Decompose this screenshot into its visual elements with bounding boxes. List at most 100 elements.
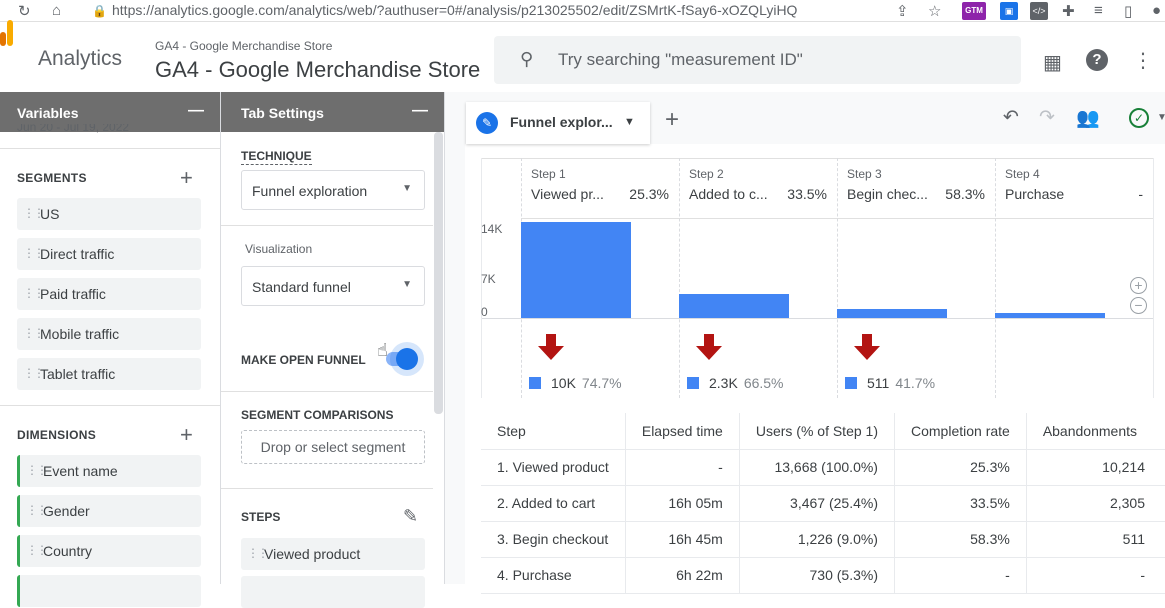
table-row: 3. Begin checkout 16h 45m 1,226 (9.0%) 58.3… bbox=[481, 521, 1165, 558]
user-icon[interactable]: ● bbox=[1152, 2, 1161, 19]
segment-chip-us[interactable]: ⋮⋮ US bbox=[17, 198, 201, 230]
check-circle-icon[interactable]: ✓ bbox=[1129, 108, 1149, 128]
table-cell: 13,668 (100.0%) bbox=[738, 449, 895, 486]
puzzle-icon[interactable]: ✚ bbox=[1062, 2, 1075, 20]
technique-select[interactable]: Funnel exploration ▼ bbox=[241, 170, 425, 210]
segment-drop-zone[interactable]: Drop or select segment bbox=[241, 430, 425, 464]
property-title[interactable]: GA4 - Google Merchandise Store bbox=[155, 57, 480, 83]
segment-chip-direct-traffic[interactable]: ⋮⋮ Direct traffic bbox=[17, 238, 201, 270]
funnel-bar[interactable] bbox=[837, 309, 947, 318]
redo-icon[interactable]: ↷ bbox=[1039, 106, 1055, 129]
step-header[interactable]: Step 2 Added to c... 33.5% bbox=[679, 160, 837, 218]
step-header[interactable]: Step 1 Viewed pr... 25.3% bbox=[521, 160, 679, 218]
abandonment-rate: 74.7% bbox=[581, 375, 622, 391]
funnel-bar[interactable] bbox=[679, 293, 789, 318]
step-chip-next[interactable] bbox=[241, 576, 425, 608]
table-cell: 4. Purchase bbox=[481, 557, 626, 594]
divider bbox=[221, 225, 433, 226]
home-icon[interactable]: ⌂ bbox=[52, 2, 61, 19]
step-chip-viewed-product[interactable]: ⋮⋮ Viewed product bbox=[241, 538, 425, 570]
column-header[interactable]: Step bbox=[481, 413, 626, 450]
segment-chip-paid-traffic[interactable]: ⋮⋮ Paid traffic bbox=[17, 278, 201, 310]
pencil-icon: ✎ bbox=[476, 112, 498, 134]
chart-baseline bbox=[481, 318, 1153, 319]
funnel-bar[interactable] bbox=[995, 312, 1105, 318]
step-header[interactable]: Step 4 Purchase - bbox=[995, 160, 1153, 218]
table-cell: 2. Added to cart bbox=[481, 485, 626, 522]
table-row: 1. Viewed product -13,668 (100.0%) 25.3% 10… bbox=[481, 449, 1165, 486]
open-funnel-toggle[interactable] bbox=[386, 348, 418, 370]
column-header[interactable]: Abandonments bbox=[1025, 413, 1165, 450]
step-completion-rate: 33.5% bbox=[787, 186, 827, 202]
bookmark-star-icon[interactable]: ☆ bbox=[928, 2, 941, 20]
address-bar[interactable]: https://analytics.google.com/analytics/w… bbox=[112, 2, 797, 18]
step-number: Step 3 bbox=[847, 167, 882, 181]
abandonment-label: 10K 74.7% bbox=[529, 375, 622, 391]
dimension-label: Gender bbox=[43, 503, 90, 519]
chevron-down-icon[interactable]: ▼ bbox=[624, 116, 635, 128]
table-cell: 511 bbox=[1025, 521, 1165, 558]
table-cell: - bbox=[893, 557, 1027, 594]
share-icon[interactable]: ⇪ bbox=[896, 2, 909, 20]
segment-comparisons-heading: SEGMENT COMPARISONS bbox=[241, 408, 394, 422]
tab-settings-header: Tab Settings — bbox=[221, 92, 444, 132]
tab-label: Funnel explor... bbox=[510, 114, 613, 130]
table-cell: 25.3% bbox=[893, 449, 1027, 486]
share-user-icon[interactable]: 👥 bbox=[1076, 106, 1100, 130]
table-cell: 58.3% bbox=[893, 521, 1027, 558]
add-tab-icon[interactable]: + bbox=[665, 106, 679, 134]
extension-icon[interactable]: ▣ bbox=[1000, 2, 1018, 20]
more-vert-icon[interactable]: ⋮ bbox=[1133, 48, 1153, 73]
code-extension-icon[interactable]: </> bbox=[1030, 2, 1048, 20]
step-header[interactable]: Step 3 Begin chec... 58.3% bbox=[837, 160, 995, 218]
dimension-chip-country[interactable]: ⋮⋮ Country bbox=[17, 535, 201, 567]
dimension-chip-more[interactable] bbox=[17, 575, 201, 607]
lock-icon: 🔒 bbox=[92, 4, 107, 18]
column-header[interactable]: Users (% of Step 1) bbox=[738, 413, 895, 450]
dimension-chip-gender[interactable]: ⋮⋮ Gender bbox=[17, 495, 201, 527]
abandonment-label: 2.3K 66.5% bbox=[687, 375, 784, 391]
scrollbar[interactable] bbox=[434, 132, 443, 414]
search-bar[interactable]: ⚲ Try searching "measurement ID" bbox=[494, 36, 1021, 84]
collapse-tab-settings-icon[interactable]: — bbox=[412, 102, 428, 120]
panel-divider bbox=[220, 92, 221, 584]
date-range[interactable]: Jun 20 - Jul 19, 2022 bbox=[17, 124, 129, 136]
dimension-label: Event name bbox=[43, 463, 118, 479]
legend-swatch bbox=[529, 377, 541, 389]
dimension-chip-event-name[interactable]: ⋮⋮ Event name bbox=[17, 455, 201, 487]
variables-title: Variables bbox=[17, 105, 79, 121]
step-name: Purchase bbox=[1005, 186, 1065, 202]
search-icon: ⚲ bbox=[520, 49, 534, 69]
open-funnel-heading: MAKE OPEN FUNNEL bbox=[241, 353, 366, 367]
add-segment-icon[interactable]: + bbox=[180, 165, 193, 191]
undo-icon[interactable]: ↶ bbox=[1003, 106, 1019, 129]
add-dimension-icon[interactable]: + bbox=[180, 422, 193, 448]
chevron-down-icon[interactable]: ▼ bbox=[1157, 112, 1165, 123]
side-panel-icon[interactable]: ▯ bbox=[1124, 2, 1132, 20]
table-row: 4. Purchase 6h 22m 730 (5.3%) - - bbox=[481, 557, 1165, 594]
table-cell: 33.5% bbox=[893, 485, 1027, 522]
apps-grid-icon[interactable]: ▦ bbox=[1043, 50, 1062, 75]
zoom-out-icon[interactable]: − bbox=[1130, 297, 1147, 314]
gtm-extension-icon[interactable]: GTM bbox=[962, 2, 986, 20]
column-header[interactable]: Completion rate bbox=[893, 413, 1027, 450]
edit-steps-icon[interactable]: ✎ bbox=[403, 506, 418, 527]
property-subtitle[interactable]: GA4 - Google Merchandise Store bbox=[155, 39, 332, 53]
product-name: Analytics bbox=[38, 47, 123, 70]
abandonment-count: 511 bbox=[867, 375, 890, 391]
tab-funnel-exploration[interactable]: ✎ Funnel explor... ▼ bbox=[466, 102, 650, 144]
funnel-bar[interactable] bbox=[521, 222, 631, 318]
segment-chip-tablet-traffic[interactable]: ⋮⋮ Tablet traffic bbox=[17, 358, 201, 390]
visualization-select[interactable]: Standard funnel ▼ bbox=[241, 266, 425, 306]
zoom-in-icon[interactable]: + bbox=[1130, 277, 1147, 294]
steps-heading: STEPS bbox=[241, 510, 281, 524]
segment-chip-mobile-traffic[interactable]: ⋮⋮ Mobile traffic bbox=[17, 318, 201, 350]
legend-swatch bbox=[845, 377, 857, 389]
column-header[interactable]: Elapsed time bbox=[624, 413, 740, 450]
reload-icon[interactable]: ↻ bbox=[18, 2, 31, 20]
divider bbox=[0, 148, 220, 149]
reading-list-icon[interactable]: ≡ bbox=[1094, 2, 1103, 19]
collapse-variables-icon[interactable]: — bbox=[188, 102, 204, 120]
help-icon[interactable]: ? bbox=[1086, 49, 1108, 71]
table-cell: 3,467 (25.4%) bbox=[738, 485, 895, 522]
